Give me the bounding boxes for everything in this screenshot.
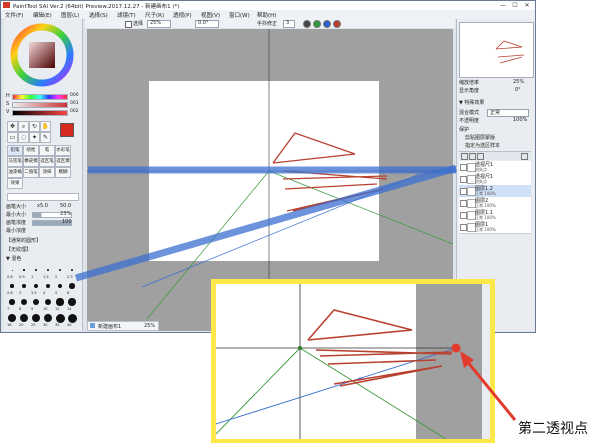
annotation-arrows (75, 164, 517, 421)
vanishing-point-callout: 第二透视点 (518, 421, 588, 437)
